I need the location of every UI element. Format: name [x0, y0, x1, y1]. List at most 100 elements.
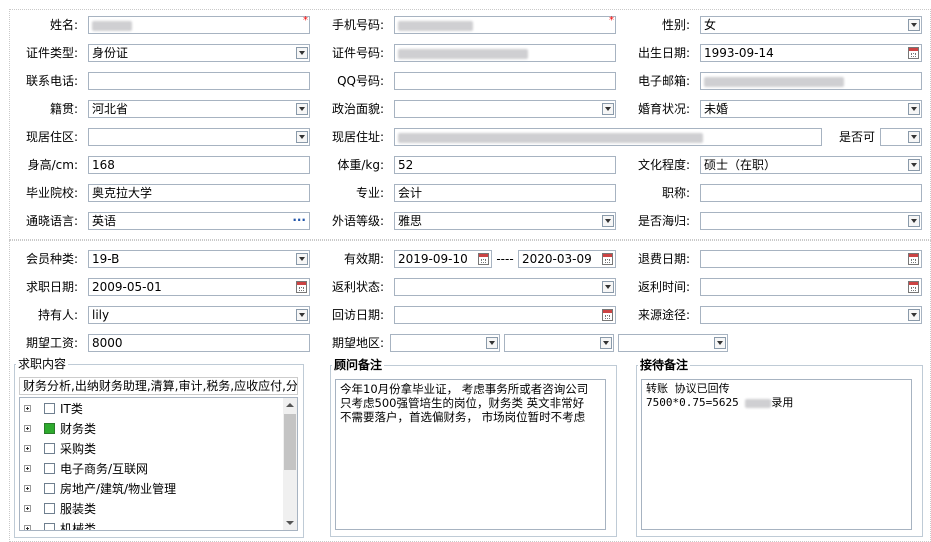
chevron-down-icon[interactable] [908, 309, 920, 321]
rebate-status-select[interactable] [394, 278, 616, 296]
calendar-icon[interactable] [602, 253, 613, 265]
contact-field[interactable] [88, 72, 310, 90]
checkbox[interactable] [44, 503, 55, 514]
checkbox[interactable] [44, 443, 55, 454]
chevron-down-icon[interactable] [908, 215, 920, 227]
chevron-down-icon[interactable] [296, 103, 308, 115]
chevron-down-icon[interactable] [602, 281, 614, 293]
rebate-time-label: 返利时间: [637, 280, 690, 294]
region-district-select[interactable] [618, 334, 728, 352]
tree-item[interactable]: 财务类 [20, 420, 284, 438]
calendar-icon[interactable] [296, 281, 307, 293]
tree-item[interactable]: 机械类 [20, 520, 284, 530]
rebate-time-field[interactable] [700, 278, 922, 296]
chevron-down-icon[interactable] [908, 131, 920, 143]
returnee-select[interactable] [700, 212, 922, 230]
holder-select[interactable]: lily [88, 306, 310, 324]
edu-select[interactable]: 硕士（在职） [700, 156, 922, 174]
expand-icon[interactable] [24, 525, 31, 530]
jobdate-field[interactable]: 2009-05-01 [88, 278, 310, 296]
expand-icon[interactable] [24, 405, 31, 412]
calendar-icon[interactable] [478, 253, 489, 265]
tree-item[interactable]: 房地产/建筑/物业管理 [20, 480, 284, 498]
calendar-icon[interactable] [908, 253, 919, 265]
weight-field[interactable]: 52 [394, 156, 616, 174]
advisor-note-line: 今年10月份拿毕业证， 考虑事务所或者咨询公司 [340, 382, 589, 396]
calendar-icon[interactable] [908, 47, 919, 59]
chevron-down-icon[interactable] [602, 103, 614, 115]
marital-select[interactable]: 未婚 [700, 100, 922, 118]
checkbox[interactable] [44, 423, 55, 434]
expand-icon[interactable] [24, 425, 31, 432]
advisor-note-textarea[interactable]: 今年10月份拿毕业证， 考虑事务所或者咨询公司 只考虑500强管培生的岗位，财务… [335, 379, 606, 530]
political-select[interactable] [394, 100, 616, 118]
gender-select[interactable]: 女 [700, 16, 922, 34]
scrollbar[interactable] [283, 398, 297, 530]
chevron-down-icon[interactable] [486, 337, 498, 349]
idnum-label: 证件号码: [331, 46, 384, 60]
more-icon[interactable]: ··· [292, 213, 306, 227]
chevron-down-icon[interactable] [908, 159, 920, 171]
district-select[interactable] [88, 128, 310, 146]
scroll-down-icon[interactable] [286, 521, 294, 525]
birthdate-field[interactable]: 1993-09-14 [700, 44, 922, 62]
expand-icon[interactable] [24, 465, 31, 472]
checkbox[interactable] [44, 463, 55, 474]
native-label: 籍贯: [49, 102, 78, 116]
calendar-icon[interactable] [602, 309, 613, 321]
native-select[interactable]: 河北省 [88, 100, 310, 118]
expand-icon[interactable] [24, 485, 31, 492]
chevron-down-icon[interactable] [296, 309, 308, 321]
tree-item[interactable]: 采购类 [20, 440, 284, 458]
major-field[interactable]: 会计 [394, 184, 616, 202]
school-field[interactable]: 奥克拉大学 [88, 184, 310, 202]
salary-label: 期望工资: [25, 336, 78, 350]
visit-date-field[interactable] [394, 306, 616, 324]
idtype-select[interactable]: 身份证 [88, 44, 310, 62]
job-category-tree[interactable]: IT类财务类采购类电子商务/互联网 房地产/建筑/物业管理 服装类机械类 [19, 397, 298, 531]
qq-field[interactable] [394, 72, 616, 90]
valid-from-field[interactable]: 2019-09-10 [394, 250, 492, 268]
name-field[interactable] [88, 16, 310, 34]
lang-field[interactable]: 英语 ··· [88, 212, 310, 230]
tree-item[interactable]: 电子商务/互联网 [20, 460, 284, 478]
checkbox[interactable] [44, 523, 55, 530]
langlevel-select[interactable]: 雅思 [394, 212, 616, 230]
email-field[interactable] [700, 72, 922, 90]
tree-item[interactable]: IT类 [20, 400, 284, 418]
member-type-select[interactable]: 19-B [88, 250, 310, 268]
jobtitle-field[interactable] [700, 184, 922, 202]
chevron-down-icon[interactable] [600, 337, 612, 349]
reception-note-line: 7500*0.75=5625 录用 [646, 396, 794, 409]
chevron-down-icon[interactable] [908, 19, 920, 31]
scroll-up-icon[interactable] [286, 403, 294, 407]
idnum-field[interactable] [394, 44, 616, 62]
scroll-thumb[interactable] [284, 414, 296, 470]
shifou-select[interactable] [880, 128, 922, 146]
tree-item-label: 采购类 [60, 442, 97, 456]
calendar-icon[interactable] [908, 281, 919, 293]
chevron-down-icon[interactable] [602, 215, 614, 227]
expand-icon[interactable] [24, 505, 31, 512]
checkbox[interactable] [44, 403, 55, 414]
chevron-down-icon[interactable] [296, 131, 308, 143]
chevron-down-icon[interactable] [908, 103, 920, 115]
address-field[interactable] [394, 128, 822, 146]
valid-to-field[interactable]: 2020-03-09 [518, 250, 616, 268]
height-field[interactable]: 168 [88, 156, 310, 174]
refund-date-field[interactable] [700, 250, 922, 268]
chevron-down-icon[interactable] [714, 337, 726, 349]
salary-field[interactable]: 8000 [88, 334, 310, 352]
chevron-down-icon[interactable] [296, 47, 308, 59]
region-province-select[interactable] [390, 334, 500, 352]
chevron-down-icon[interactable] [296, 253, 308, 265]
job-summary-field[interactable]: 财务分析,出纳财务助理,清算,审计,税务,应收应付,分 [19, 377, 298, 395]
checkbox[interactable] [44, 483, 55, 494]
region-city-select[interactable] [504, 334, 614, 352]
phone-field[interactable] [394, 16, 616, 34]
tree-item[interactable]: 服装类 [20, 500, 284, 518]
expand-icon[interactable] [24, 445, 31, 452]
redacted-value [704, 76, 844, 87]
source-select[interactable] [700, 306, 922, 324]
reception-note-textarea[interactable]: 转账 协议已回传 7500*0.75=5625 录用 [641, 379, 912, 530]
